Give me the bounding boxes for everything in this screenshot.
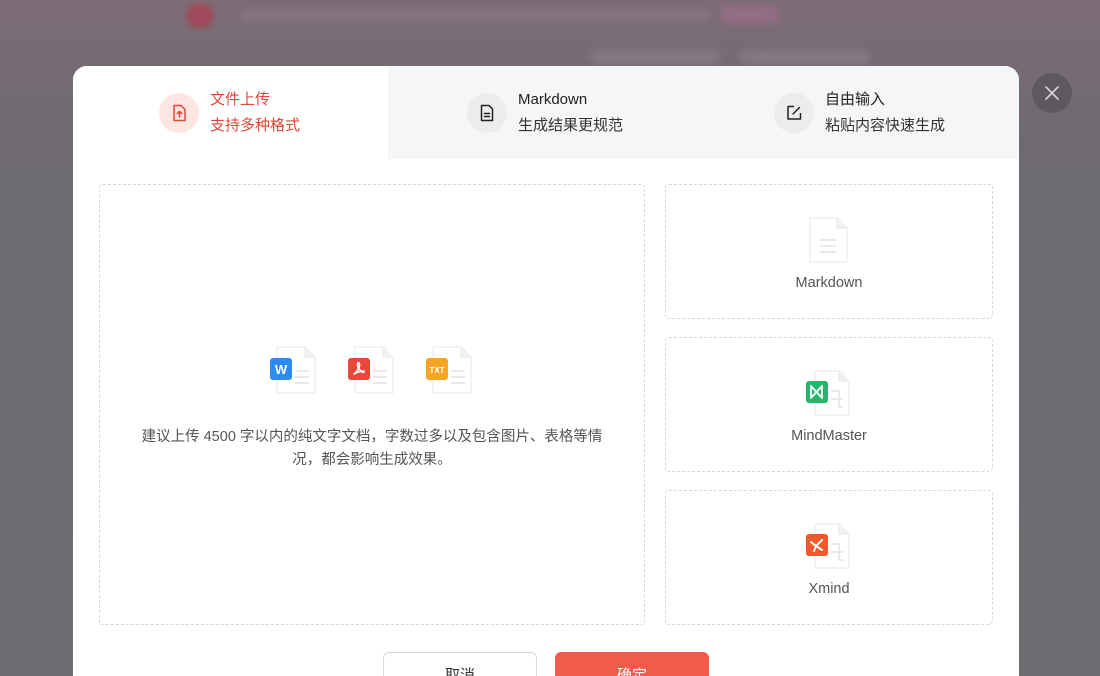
backdrop-logo (186, 4, 214, 28)
backdrop-chip (590, 50, 720, 64)
txt-file-icon: TXT (425, 345, 473, 395)
close-button[interactable] (1032, 73, 1072, 113)
close-icon (1045, 86, 1059, 100)
pdf-file-icon (347, 345, 395, 395)
format-label: Xmind (808, 581, 850, 597)
supported-file-types: W TXT (269, 345, 473, 395)
edit-icon (774, 92, 814, 133)
input-mode-tabs: 文件上传 支持多种格式 Markdown 生成结果更规范 自由输入 粘贴内容快速… (73, 66, 1019, 159)
tab-title: 文件上传 (210, 90, 271, 108)
file-upload-dropzone[interactable]: W TXT 建议上传 4500 字以内的纯文字文档，字数过多以及包含图片、表格等… (99, 184, 645, 625)
generate-dialog: 文件上传 支持多种格式 Markdown 生成结果更规范 自由输入 粘贴内容快速… (73, 66, 1019, 676)
tab-free-input[interactable]: 自由输入 粘贴内容快速生成 (703, 66, 1019, 159)
backdrop-pill (720, 6, 780, 24)
markdown-file-icon (805, 216, 851, 264)
tab-title: 自由输入 (825, 90, 886, 108)
word-file-icon: W (269, 345, 317, 395)
confirm-button[interactable]: 确定 (555, 652, 709, 676)
backdrop-header (0, 0, 1100, 32)
backdrop-chip (740, 50, 870, 64)
txt-badge-text: TXT (429, 366, 444, 375)
upload-hint: 建议上传 4500 字以内的纯文字文档，字数过多以及包含图片、表格等情况，都会影… (141, 429, 603, 468)
xmind-file-icon (805, 522, 851, 570)
document-icon (467, 92, 507, 133)
tab-markdown[interactable]: Markdown 生成结果更规范 (388, 66, 703, 159)
format-label: MindMaster (791, 428, 867, 444)
tab-file-upload[interactable]: 文件上传 支持多种格式 (73, 66, 388, 159)
mindmaster-file-icon (805, 369, 851, 417)
format-label: Markdown (795, 275, 863, 291)
tab-title: Markdown (518, 90, 588, 108)
backdrop-title (240, 8, 710, 22)
tab-subtitle: 生成结果更规范 (518, 116, 624, 134)
tab-subtitle: 粘贴内容快速生成 (825, 116, 946, 134)
format-card-xmind[interactable]: Xmind (665, 490, 993, 625)
tab-subtitle: 支持多种格式 (210, 116, 301, 134)
format-card-markdown[interactable]: Markdown (665, 184, 993, 319)
format-card-mindmaster[interactable]: MindMaster (665, 337, 993, 472)
file-upload-icon (159, 92, 199, 133)
cancel-button[interactable]: 取消 (383, 652, 537, 676)
word-badge-text: W (275, 362, 288, 377)
